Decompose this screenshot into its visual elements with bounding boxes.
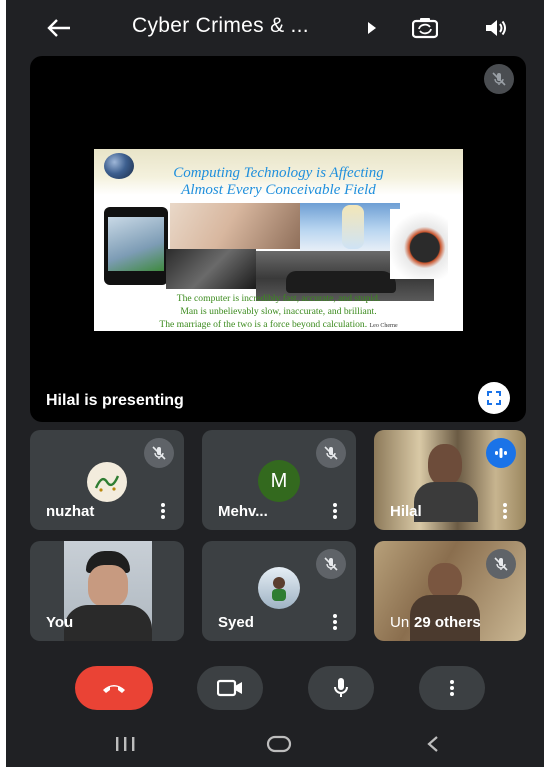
- slide-attribution: Leo Cherne: [369, 323, 398, 329]
- camera-toggle-button[interactable]: [197, 666, 263, 710]
- participant-tile-nuzhat[interactable]: nuzhat: [30, 430, 184, 530]
- frozen-movie-image: [300, 203, 400, 251]
- home-icon[interactable]: [259, 730, 299, 758]
- participant-video: [414, 444, 478, 522]
- more-options-button[interactable]: [419, 666, 485, 710]
- mic-icon: [334, 678, 348, 697]
- mic-off-icon: [316, 438, 346, 468]
- participant-name: You: [46, 614, 74, 631]
- participant-tile-you[interactable]: You: [30, 541, 184, 641]
- participant-name: Mehv...: [218, 503, 268, 520]
- participant-name: Un: [390, 614, 410, 631]
- others-count-label: 29 others: [414, 614, 481, 631]
- meet-screen: Cyber Crimes & ... Computing Technology …: [6, 0, 544, 767]
- participant-tile-syed[interactable]: Syed: [202, 541, 356, 641]
- participant-tile-others[interactable]: Un 29 others: [374, 541, 526, 641]
- fullscreen-icon[interactable]: [478, 382, 510, 414]
- slide-quote-line2: Man is unbelievably slow, inaccurate, an…: [180, 306, 377, 317]
- mic-off-icon: [144, 438, 174, 468]
- robot-image: [390, 209, 448, 279]
- more-vert-icon[interactable]: [160, 502, 166, 520]
- phone-image: [104, 207, 168, 285]
- recents-icon[interactable]: [105, 730, 145, 758]
- mic-off-icon: [316, 549, 346, 579]
- top-bar: Cyber Crimes & ...: [6, 0, 544, 56]
- speaker-icon[interactable]: [481, 13, 511, 43]
- play-icon[interactable]: [357, 13, 387, 43]
- participant-tile-hilal[interactable]: Hilal: [374, 430, 526, 530]
- meeting-title[interactable]: Cyber Crimes & ...: [132, 14, 309, 38]
- more-vert-icon[interactable]: [332, 613, 338, 631]
- more-vert-icon: [450, 680, 454, 696]
- presenting-label: Hilal is presenting: [46, 392, 184, 409]
- system-nav-bar: [6, 720, 544, 767]
- speaking-indicator-icon: [486, 438, 516, 468]
- presentation-tile[interactable]: Computing Technology is Affecting Almost…: [30, 56, 526, 422]
- avatar-initial: M: [270, 469, 288, 492]
- touch-hand-image: [170, 203, 300, 249]
- switch-camera-icon[interactable]: [410, 13, 440, 43]
- mic-off-icon: [486, 549, 516, 579]
- self-video: [64, 541, 152, 641]
- avatar: [87, 462, 127, 502]
- slide-quote-line3: The marriage of the two is a force beyon…: [94, 319, 463, 330]
- slide-quote-line1: The computer is incredibly fast, accurat…: [176, 293, 381, 304]
- mic-toggle-button[interactable]: [308, 666, 374, 710]
- slide-quote-line3-text: The marriage of the two is a force beyon…: [159, 319, 368, 330]
- camera-icon: [217, 679, 242, 697]
- shared-slide: Computing Technology is Affecting Almost…: [94, 149, 463, 331]
- mic-off-icon: [484, 64, 514, 94]
- back-icon[interactable]: [413, 730, 453, 758]
- end-call-icon: [103, 685, 125, 693]
- end-call-button[interactable]: [75, 666, 153, 710]
- participant-tile-mehv[interactable]: M Mehv...: [202, 430, 356, 530]
- participant-name: Syed: [218, 614, 254, 631]
- slide-title-line2: Almost Every Conceivable Field: [181, 182, 376, 198]
- more-vert-icon[interactable]: [502, 502, 508, 520]
- avatar: M: [258, 460, 300, 502]
- satellite-image: [166, 249, 256, 289]
- slide-title-line1: Computing Technology is Affecting: [173, 165, 384, 181]
- participant-name: Hilal: [390, 503, 422, 520]
- avatar: [258, 567, 300, 609]
- participant-name: nuzhat: [46, 503, 95, 520]
- more-vert-icon[interactable]: [332, 502, 338, 520]
- call-controls: [6, 650, 544, 720]
- back-arrow-icon[interactable]: [44, 13, 74, 43]
